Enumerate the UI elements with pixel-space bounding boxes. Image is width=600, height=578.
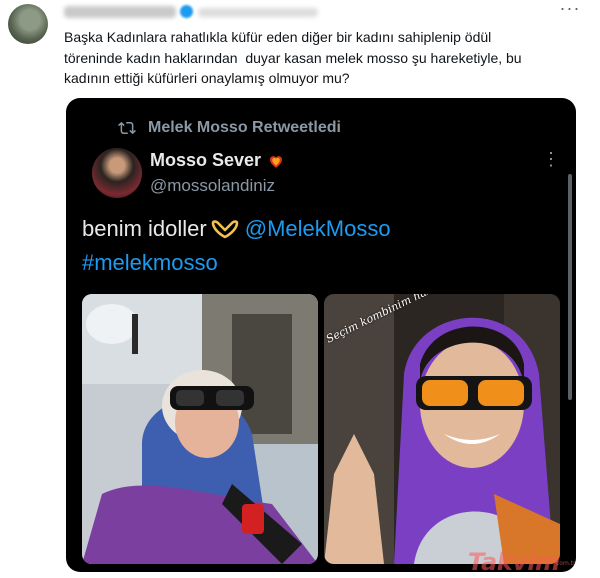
embedded-author-name: Mosso Sever [150, 150, 262, 170]
photo-right-image [324, 294, 560, 564]
verified-badge-icon [180, 5, 193, 18]
scrollbar[interactable] [568, 174, 572, 400]
embedded-more-button[interactable]: ⋮ [542, 150, 560, 178]
tweet-text: Başka Kadınlara rahatlıkla küfür eden di… [64, 29, 522, 86]
retweet-indicator: Melek Mosso Retweetledi [118, 118, 341, 138]
embedded-text-prefix: benim idoller [82, 216, 207, 241]
retweet-icon [118, 121, 136, 135]
heart-emoji-icon [270, 155, 283, 168]
mention-link[interactable]: @MelekMosso [245, 216, 391, 241]
photo-right[interactable]: Seçim kombinim hazır [324, 294, 560, 564]
photo-left-image [82, 294, 318, 564]
embedded-author-handle: @mossolandiniz [150, 176, 275, 195]
photo-left[interactable] [82, 294, 318, 564]
retweet-label: Melek Mosso Retweetledi [148, 119, 341, 136]
heart-hands-emoji-icon [211, 220, 239, 239]
embedded-tweet-text: benim idoller @MelekMosso #melekmosso [82, 212, 552, 280]
author-name-blurred [64, 6, 176, 18]
watermark-logo: Takvim [468, 548, 560, 576]
hashtag-link[interactable]: #melekmosso [82, 250, 218, 275]
author-handle-blurred [198, 8, 318, 17]
watermark-domain: com.tr [556, 560, 576, 567]
embedded-avatar[interactable] [92, 148, 142, 198]
more-options-button[interactable]: ··· [556, 0, 584, 20]
embedded-screenshot[interactable]: Melek Mosso Retweetledi Mosso Sever @mos… [66, 98, 576, 572]
avatar[interactable] [8, 4, 48, 44]
embedded-author[interactable]: Mosso Sever [150, 150, 285, 171]
tweet-card: ··· Başka Kadınlara rahatlıkla küfür ede… [0, 0, 600, 578]
